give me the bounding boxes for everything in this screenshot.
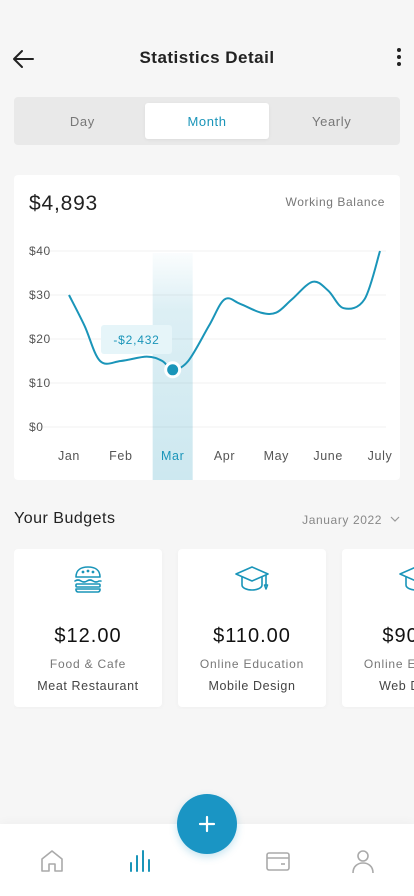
budget-category: Online Education	[363, 657, 414, 671]
chevron-down-icon	[390, 516, 400, 522]
wallet-icon[interactable]	[265, 848, 291, 874]
period-segmented-control: Day Month Yearly	[14, 97, 400, 145]
add-button[interactable]	[177, 794, 237, 854]
x-tick-label: July	[368, 449, 393, 463]
home-icon[interactable]	[39, 848, 65, 874]
balance-amount: $4,893	[29, 192, 99, 215]
graduation-cap-icon	[235, 566, 269, 591]
x-tick-label: June	[313, 449, 343, 463]
statistics-chart-card: $40 $30 $20 $10 $0 Jan Feb Mar Apr May June July -…	[14, 175, 400, 480]
x-tick-label: Feb	[109, 449, 132, 463]
x-tick-label: Mar	[161, 449, 184, 463]
x-tick-label: Jan	[58, 449, 80, 463]
budget-card[interactable]: $90.00 Online Education Web Design	[342, 549, 414, 707]
budget-amount: $12.00	[54, 625, 122, 647]
x-tick-label: May	[264, 449, 290, 463]
budget-category: Online Education	[199, 657, 305, 671]
budget-card[interactable]: $110.00 Online Education Mobile Design	[178, 549, 326, 707]
segment-month[interactable]: Month	[144, 103, 270, 139]
y-tick-label: $10	[29, 376, 51, 390]
y-tick-label: $40	[29, 244, 51, 258]
segment-yearly[interactable]: Yearly	[269, 103, 394, 139]
budget-card[interactable]: $12.00 Food & Cafe Meat Restaurant	[14, 549, 162, 707]
budget-amount: $110.00	[213, 625, 291, 647]
x-tick-label: Apr	[214, 449, 235, 463]
budget-name: Meat Restaurant	[37, 679, 139, 693]
budget-amount: $90.00	[382, 625, 414, 647]
selected-point-marker[interactable]	[164, 361, 182, 379]
plus-icon	[198, 815, 216, 833]
budget-carousel[interactable]: $12.00 Food & Cafe Meat Restaurant $110.…	[14, 549, 414, 709]
balance-label: Working Balance	[285, 195, 385, 209]
profile-icon[interactable]	[350, 848, 376, 874]
value-tooltip: -$2,432	[101, 325, 172, 354]
y-tick-label: $30	[29, 288, 51, 302]
budgets-title: Your Budgets	[14, 510, 116, 527]
y-tick-label: $0	[29, 420, 44, 434]
balance-line-chart[interactable]: $40 $30 $20 $10 $0 Jan Feb Mar Apr May June July -…	[14, 175, 400, 480]
budget-name: Web Design	[379, 679, 414, 693]
graduation-cap-icon	[399, 567, 414, 591]
page-title: Statistics Detail	[139, 48, 275, 67]
budget-name: Mobile Design	[208, 679, 296, 693]
budget-category: Food & Cafe	[49, 657, 127, 671]
budgets-date-label: January 2022	[302, 513, 383, 527]
tooltip-text: -$2,432	[113, 333, 159, 347]
more-options-icon[interactable]	[392, 45, 406, 71]
burger-icon	[74, 566, 102, 593]
budgets-date-selector[interactable]: January 2022	[302, 513, 400, 527]
segment-day[interactable]: Day	[20, 103, 145, 139]
y-tick-label: $20	[29, 332, 51, 346]
stats-icon[interactable]	[126, 848, 152, 874]
